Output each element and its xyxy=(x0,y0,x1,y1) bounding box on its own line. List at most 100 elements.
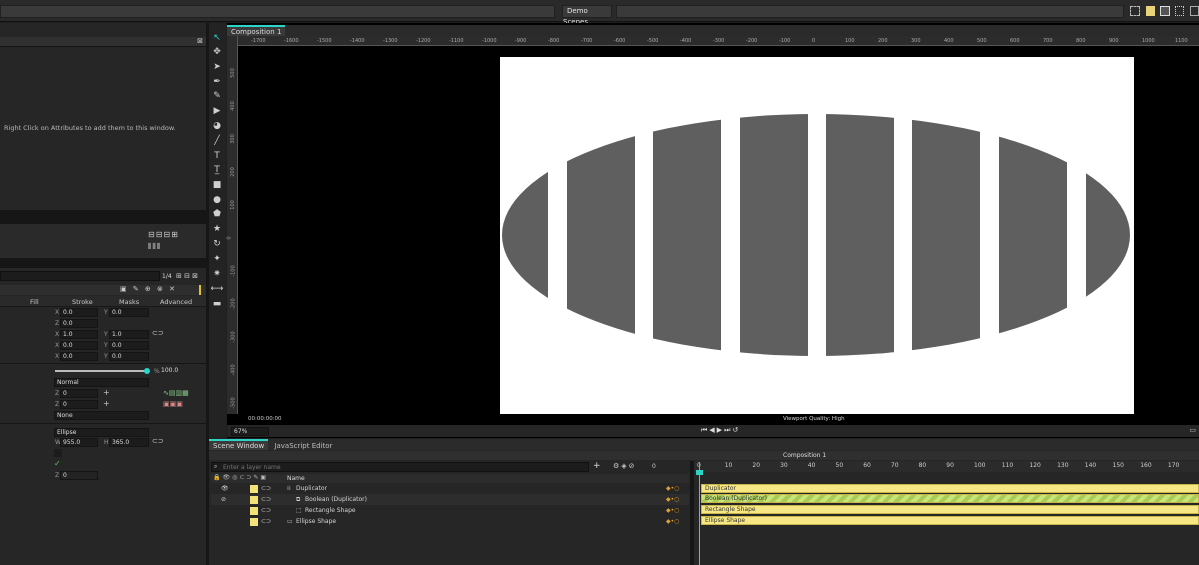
layer-color-swatch[interactable] xyxy=(250,518,258,526)
tab-composition[interactable]: Composition 1 xyxy=(227,25,286,36)
direct-select-icon[interactable]: ➤ xyxy=(210,61,224,74)
pill-tool-icon[interactable]: ▬ xyxy=(210,298,224,311)
anchor-x-field[interactable]: 0.0 xyxy=(60,341,98,350)
toggle-icon[interactable]: ⊂⊃ xyxy=(261,516,271,527)
shadow-field[interactable]: 0 xyxy=(60,400,98,409)
polygon-tool-icon[interactable]: ⬟ xyxy=(210,208,224,221)
keyframe-icon[interactable]: ◆•○ xyxy=(666,483,679,494)
skew-y-field[interactable]: 0.0 xyxy=(109,352,149,361)
link-icon[interactable]: ⊂⊃ xyxy=(152,329,164,337)
add-layer-button[interactable]: + xyxy=(593,461,601,471)
link-toggle-icon[interactable]: ⊘ xyxy=(221,494,226,505)
duplicated-ellipse-shape[interactable] xyxy=(500,57,1134,414)
pen-tool-icon[interactable]: ✒ xyxy=(210,76,224,89)
demo-scenes-button[interactable]: Demo Scenes xyxy=(562,5,612,26)
layer-name[interactable]: Boolean (Duplicator) xyxy=(305,494,367,505)
keyframe-icon[interactable]: ◆•○ xyxy=(666,516,679,527)
checkbox-checked[interactable]: ✓ xyxy=(54,460,62,468)
position-x-field[interactable]: 0.0 xyxy=(60,308,98,317)
timeline-bar-ellipse[interactable]: Ellipse Shape xyxy=(701,516,1199,525)
tab-stroke[interactable]: Stroke xyxy=(72,298,93,306)
pencil-tool-icon[interactable]: ✎ xyxy=(210,90,224,103)
playhead[interactable] xyxy=(699,462,700,565)
width-field[interactable]: 955.0 xyxy=(60,438,98,447)
toggle-icon[interactable]: ⊂⊃ xyxy=(261,483,271,494)
scale-x-field[interactable]: 1.0 xyxy=(60,330,98,339)
timeline-bar-rectangle[interactable]: Rectangle Shape xyxy=(701,505,1199,514)
layer-name[interactable]: Ellipse Shape xyxy=(296,516,336,527)
tab-advanced[interactable]: Advanced xyxy=(160,298,192,306)
opacity-slider-handle[interactable] xyxy=(144,368,150,374)
blend-mode-select[interactable]: Normal xyxy=(54,378,149,387)
effect-icons[interactable]: ∿▤▥▦ xyxy=(163,389,189,397)
align-icons[interactable]: ⊟⊟⊟⊞ xyxy=(148,230,179,239)
blur-field[interactable]: 0 xyxy=(60,389,98,398)
ellipse-tool-icon[interactable]: ● xyxy=(210,194,224,207)
last-field[interactable]: 0 xyxy=(60,471,98,480)
timeline-bar-boolean[interactable]: Boolean (Duplicator) xyxy=(701,494,1199,503)
layer-color-swatch[interactable] xyxy=(250,496,258,504)
spiral-tool-icon[interactable]: ↻ xyxy=(210,238,224,251)
position-z-field[interactable]: 0.0 xyxy=(60,319,98,328)
layer-row-ellipse[interactable]: ⊂⊃ ▭ Ellipse Shape ◆•○ xyxy=(211,516,689,527)
expand-icon[interactable]: ▭ xyxy=(1189,426,1196,434)
tab-scene-window[interactable]: Scene Window xyxy=(209,439,269,450)
layer-row-rectangle[interactable]: ⊂⊃ ⬚ Rectangle Shape ◆•○ xyxy=(211,505,689,516)
keyframe-icon[interactable]: ◆•○ xyxy=(666,505,679,516)
add-icon-2[interactable]: + xyxy=(103,399,110,408)
file-icon[interactable] xyxy=(1146,6,1155,16)
layer-color-swatch[interactable] xyxy=(250,485,258,493)
effect-icons-2[interactable]: ▣▣▣ xyxy=(163,400,183,408)
orbit-tool-icon[interactable]: ◕ xyxy=(210,120,224,133)
layer-row-boolean[interactable]: ⊘ ⊂⊃ ⧉ Boolean (Duplicator) ◆•○ xyxy=(211,494,689,505)
layer-color-swatch[interactable] xyxy=(250,507,258,515)
camera-tool-icon[interactable]: ▶ xyxy=(210,105,224,118)
layer-name[interactable]: Duplicator xyxy=(296,483,327,494)
text-box-tool-icon[interactable]: T̲ xyxy=(210,164,224,177)
grid-icon[interactable] xyxy=(1130,6,1140,16)
layer-search-box[interactable]: ⌕ xyxy=(211,462,589,472)
height-field[interactable]: 365.0 xyxy=(109,438,149,447)
skew-x-field[interactable]: 0.0 xyxy=(60,352,98,361)
distribute-icons[interactable]: ⫴⫴⫴ xyxy=(148,242,161,252)
sparkle-tool-icon[interactable]: ✦ xyxy=(210,253,224,266)
sparkle-icon[interactable] xyxy=(1175,6,1184,16)
toggle-icon[interactable]: ⊂⊃ xyxy=(261,505,271,516)
playback-controls[interactable]: ⏮◀▶⏭↺ xyxy=(701,426,740,435)
timeline-bar-duplicator[interactable]: Duplicator xyxy=(701,484,1199,493)
timeline-splitter[interactable] xyxy=(690,461,694,565)
link-icon-2[interactable]: ⊂⊃ xyxy=(152,437,164,445)
properties-search[interactable] xyxy=(0,271,160,281)
font-icon[interactable] xyxy=(1160,6,1170,16)
anchor-y-field[interactable]: 0.0 xyxy=(109,341,149,350)
properties-tool-icons[interactable]: ⊞ ⊟ ⊠ xyxy=(176,272,198,280)
opacity-slider-track[interactable] xyxy=(55,370,147,372)
text-tool-icon[interactable]: T xyxy=(210,150,224,163)
zoom-select[interactable]: 67% xyxy=(231,427,269,436)
move-tool-icon[interactable]: ✥ xyxy=(210,46,224,59)
close-icon[interactable]: ⊠ xyxy=(197,37,203,45)
gear-tool-icon[interactable]: ✷ xyxy=(210,268,224,281)
resize-tool-icon[interactable]: ⟷ xyxy=(210,283,224,296)
tab-masks[interactable]: Masks xyxy=(119,298,139,306)
scale-y-field[interactable]: 1.0 xyxy=(109,330,149,339)
panel-icon[interactable] xyxy=(1190,6,1199,16)
checkbox-1[interactable] xyxy=(54,449,62,457)
matte-select[interactable]: None xyxy=(54,411,149,420)
rectangle-tool-icon[interactable]: ■ xyxy=(210,179,224,192)
position-y-field[interactable]: 0.0 xyxy=(109,308,149,317)
layer-row-duplicator[interactable]: 👁 ⊂⊃ ⁞⁞ Duplicator ◆•○ xyxy=(211,483,689,494)
timeline-tool-icons[interactable]: ⚙◈⊘ xyxy=(613,462,637,470)
opacity-field[interactable]: 100.0 xyxy=(159,367,199,376)
tab-javascript-editor[interactable]: JavaScript Editor xyxy=(270,439,337,450)
star-tool-icon[interactable]: ★ xyxy=(210,223,224,236)
select-tool-icon[interactable]: ↖ xyxy=(210,32,224,45)
tab-fill[interactable]: Fill xyxy=(30,298,39,306)
layer-name[interactable]: Rectangle Shape xyxy=(305,505,356,516)
toggle-icon[interactable]: ⊂⊃ xyxy=(261,494,271,505)
shape-type-select[interactable]: Ellipse xyxy=(54,428,149,437)
layer-search-input[interactable] xyxy=(223,463,583,471)
property-toggle-icons[interactable]: ▣ ✎ ⊕ ⊗ ✕ xyxy=(120,285,177,293)
visibility-icon[interactable]: 👁 xyxy=(221,483,229,494)
keyframe-icon[interactable]: ◆•○ xyxy=(666,494,679,505)
